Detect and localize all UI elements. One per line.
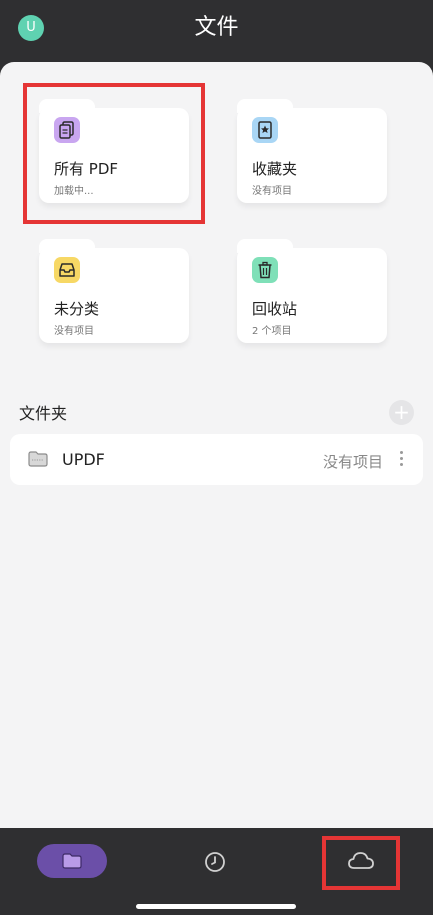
star-bookmark-icon: [252, 117, 278, 143]
card-favorites[interactable]: 收藏夹 没有项目: [237, 99, 387, 203]
trash-icon: [252, 257, 278, 283]
page-title: 文件: [194, 15, 239, 40]
nav-tab-files[interactable]: [37, 844, 107, 878]
folder-icon: [62, 853, 82, 869]
app-screen: U 文件 所有 PDF 加载中... 收藏夹 没有项目 未分类 没有项目 回收站…: [0, 0, 433, 915]
card-title: 未分类: [54, 300, 100, 318]
card-subtitle: 没有项目: [252, 186, 292, 197]
folder-row-updf[interactable]: UPDF 没有项目: [10, 434, 423, 485]
section-title-folders: 文件夹: [19, 404, 68, 423]
nav-tab-recent[interactable]: [203, 850, 227, 874]
card-trash[interactable]: 回收站 2 个项目: [237, 239, 387, 343]
home-indicator: [136, 904, 296, 909]
card-title: 收藏夹: [252, 160, 298, 178]
folder-item-count: 没有项目: [322, 453, 383, 471]
card-title: 回收站: [252, 300, 298, 318]
clock-icon: [205, 852, 225, 872]
card-uncategorized[interactable]: 未分类 没有项目: [39, 239, 189, 343]
more-options-icon[interactable]: [395, 448, 407, 470]
highlight-box-all-pdf: [23, 83, 205, 224]
add-folder-button[interactable]: +: [389, 400, 414, 425]
highlight-box-cloud-tab: [322, 836, 400, 890]
folder-icon: [28, 451, 48, 467]
top-bar: U 文件: [0, 0, 433, 62]
inbox-icon: [54, 257, 80, 283]
folder-name: UPDF: [62, 450, 105, 469]
card-subtitle: 没有项目: [54, 326, 94, 337]
card-subtitle: 2 个项目: [252, 326, 292, 337]
